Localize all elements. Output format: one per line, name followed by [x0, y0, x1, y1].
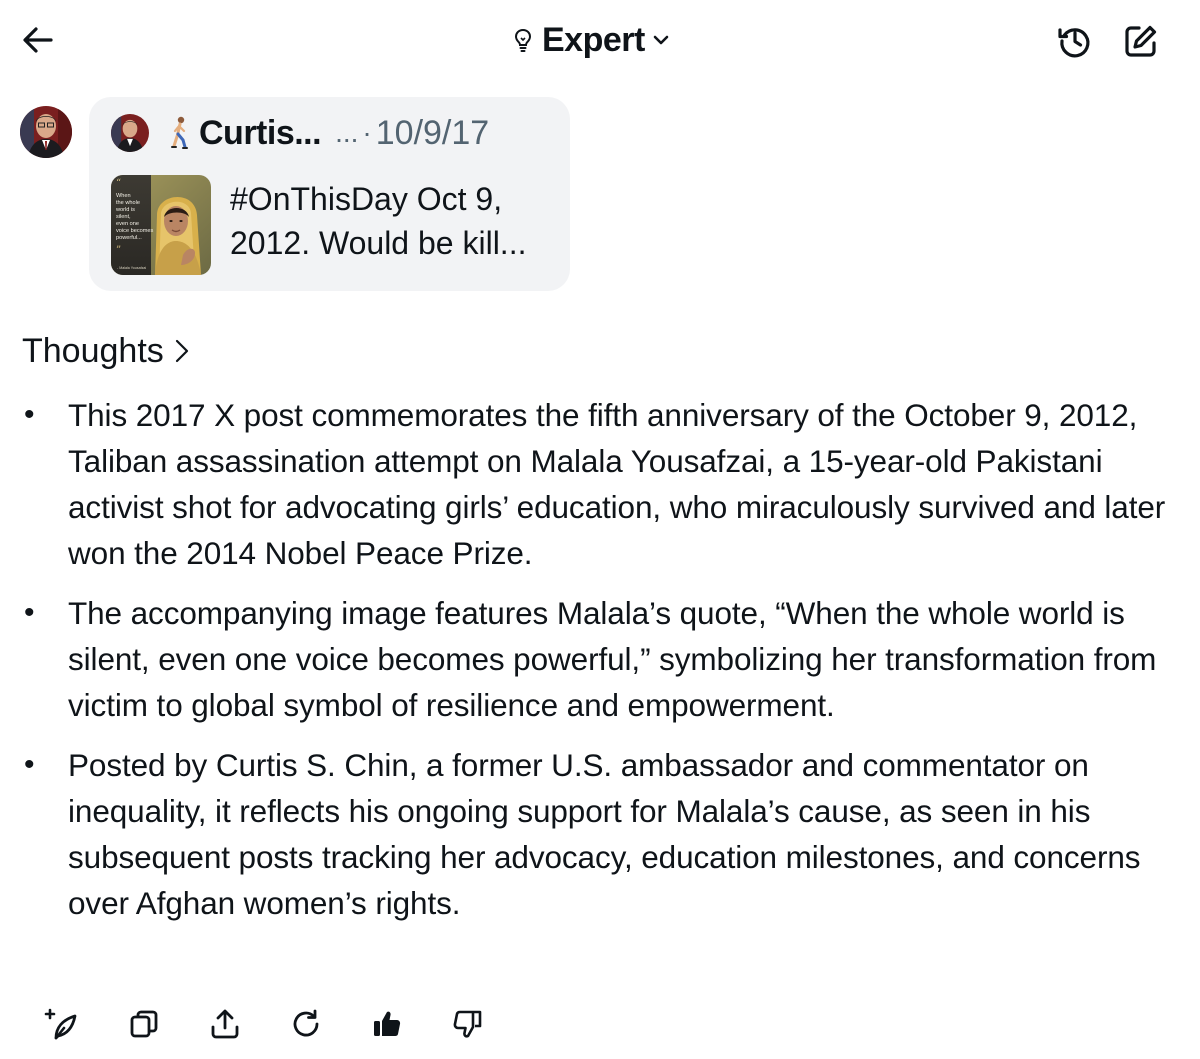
bullet-text: Posted by Curtis S. Chin, a former U.S. …: [68, 747, 1141, 921]
copy-icon: [130, 1010, 158, 1038]
separator-dot: ·: [362, 117, 372, 148]
share-button[interactable]: [205, 1004, 245, 1044]
post-header: Curtis... ... · 10/9/17: [111, 113, 489, 153]
thumbs-down-icon: [453, 1010, 482, 1038]
list-item: • Posted by Curtis S. Chin, a former U.S…: [24, 742, 1184, 926]
avatar[interactable]: [20, 106, 72, 158]
post-text: #OnThisDay Oct 9, 2012. Would be kill...: [230, 181, 527, 261]
dislike-button[interactable]: [448, 1004, 488, 1044]
thoughts-label: Thoughts: [22, 331, 164, 370]
post-thumbnail[interactable]: “ When the whole world is silent, even o…: [111, 175, 211, 275]
author-avatar: [111, 114, 149, 152]
regenerate-button[interactable]: [42, 1004, 82, 1044]
thoughts-toggle[interactable]: Thoughts: [22, 328, 190, 374]
mode-selector[interactable]: Expert: [512, 20, 669, 60]
bullet-text: The accompanying image features Malala’s…: [68, 595, 1157, 723]
history-button[interactable]: [1054, 20, 1096, 62]
arrow-left-icon: [23, 27, 53, 53]
bullet-mark: •: [24, 596, 35, 629]
like-button[interactable]: [367, 1004, 407, 1044]
refresh-button[interactable]: [286, 1004, 326, 1044]
post-date: 10/9/17: [375, 113, 490, 152]
thumb-quote-line: the whole: [116, 200, 140, 206]
list-item: • This 2017 X post commemorates the fift…: [24, 392, 1184, 576]
thumb-quote-line: voice becomes: [116, 228, 154, 234]
share-icon: [211, 1009, 239, 1039]
back-button[interactable]: [20, 22, 56, 58]
regenerate-sparkle-icon: [44, 1008, 77, 1040]
refresh-icon: [293, 1009, 319, 1037]
thumbs-up-icon: [374, 1011, 401, 1036]
lightbulb-icon: [514, 28, 532, 52]
copy-button[interactable]: [124, 1004, 164, 1044]
walking-person-icon: [169, 116, 191, 150]
thumb-quote-line: powerful...: [116, 235, 142, 241]
mode-label: Expert: [542, 20, 645, 59]
thumb-quote-line: silent,: [116, 214, 131, 220]
top-bar: Expert: [0, 0, 1200, 80]
history-icon: [1058, 28, 1090, 58]
thumb-quote-line: even one: [116, 221, 139, 227]
bullet-text: This 2017 X post commemorates the fifth …: [68, 397, 1166, 571]
compose-icon: [1125, 25, 1157, 57]
list-item: • The accompanying image features Malala…: [24, 590, 1184, 728]
author-handle: ...: [335, 117, 359, 148]
thumb-attribution: - Malala Yousafzai: [117, 266, 146, 270]
author-name: Curtis...: [199, 113, 322, 152]
svg-text:”: ”: [116, 245, 121, 256]
thumb-quote-line: When: [116, 193, 131, 199]
response-list: • This 2017 X post commemorates the fift…: [24, 392, 1184, 940]
bullet-mark: •: [24, 748, 35, 781]
compose-button[interactable]: [1120, 20, 1162, 62]
quoted-post-card[interactable]: Curtis... ... · 10/9/17 “ When the whole…: [89, 97, 570, 291]
svg-text:“: “: [116, 178, 121, 189]
bullet-mark: •: [24, 398, 35, 431]
chevron-down-icon: [653, 35, 669, 45]
thumb-quote-line: world is: [115, 207, 135, 213]
chevron-right-icon: [175, 339, 188, 363]
